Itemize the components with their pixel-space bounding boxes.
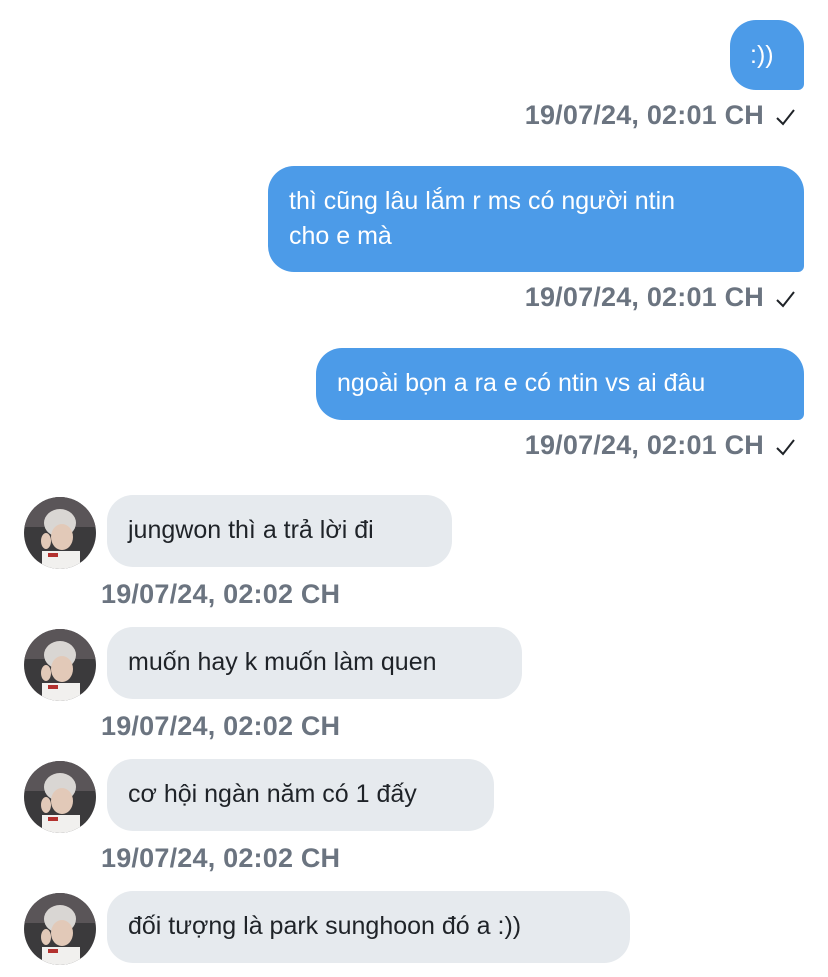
timestamp-text: 19/07/24, 02:02 CH bbox=[101, 579, 341, 609]
timestamp-text: 19/07/24, 02:01 CH bbox=[524, 282, 764, 312]
outgoing-message[interactable]: thì cũng lâu lắm r ms có người ntin cho … bbox=[268, 166, 804, 272]
outgoing-message[interactable]: :)) bbox=[730, 20, 804, 90]
user-avatar[interactable] bbox=[24, 893, 96, 965]
outgoing-message[interactable]: ngoài bọn a ra e có ntin vs ai đâu bbox=[316, 348, 804, 420]
message-text: đối tượng là park sunghoon đó a :)) bbox=[128, 912, 522, 940]
message-text: jungwon thì a trả lời đi bbox=[128, 516, 374, 544]
message-timestamp: 19/07/24, 02:01 CH bbox=[525, 429, 796, 461]
timestamp-text: 19/07/24, 02:02 CH bbox=[101, 711, 341, 741]
message-text-line: thì cũng lâu lắm r ms có người ntin bbox=[289, 187, 676, 215]
checkmark-icon bbox=[776, 291, 795, 308]
incoming-message[interactable]: cơ hội ngàn năm có 1 đấy bbox=[107, 759, 494, 831]
message-text: muốn hay k muốn làm quen bbox=[128, 648, 437, 676]
timestamp-text: 19/07/24, 02:01 CH bbox=[524, 430, 764, 460]
message-text-line: cho e mà bbox=[289, 222, 392, 250]
avatar-image bbox=[24, 761, 96, 833]
avatar-image bbox=[24, 497, 96, 569]
timestamp-text: 19/07/24, 02:01 CH bbox=[524, 100, 764, 130]
timestamp-text: 19/07/24, 02:02 CH bbox=[101, 843, 341, 873]
user-avatar[interactable] bbox=[24, 629, 96, 701]
incoming-message[interactable]: jungwon thì a trả lời đi bbox=[107, 495, 452, 567]
avatar-image bbox=[24, 629, 96, 701]
user-avatar[interactable] bbox=[24, 761, 96, 833]
message-text: cơ hội ngàn năm có 1 đấy bbox=[128, 780, 417, 808]
message-timestamp: 19/07/24, 02:02 CH bbox=[101, 578, 340, 610]
message-text: :)) bbox=[750, 41, 774, 69]
message-timestamp: 19/07/24, 02:02 CH bbox=[101, 842, 340, 874]
message-timestamp: 19/07/24, 02:01 CH bbox=[525, 99, 796, 131]
message-text: ngoài bọn a ra e có ntin vs ai đâu bbox=[337, 369, 706, 397]
message-timestamp: 19/07/24, 02:01 CH bbox=[525, 281, 796, 313]
message-timestamp: 19/07/24, 02:02 CH bbox=[101, 710, 340, 742]
incoming-message[interactable]: đối tượng là park sunghoon đó a :)) bbox=[107, 891, 630, 963]
chat-thread: :)) 19/07/24, 02:01 CH thì cũng lâu lắm … bbox=[0, 0, 828, 977]
incoming-message[interactable]: muốn hay k muốn làm quen bbox=[107, 627, 522, 699]
checkmark-icon bbox=[776, 109, 795, 126]
checkmark-icon bbox=[776, 439, 795, 456]
avatar-image bbox=[24, 893, 96, 965]
user-avatar[interactable] bbox=[24, 497, 96, 569]
